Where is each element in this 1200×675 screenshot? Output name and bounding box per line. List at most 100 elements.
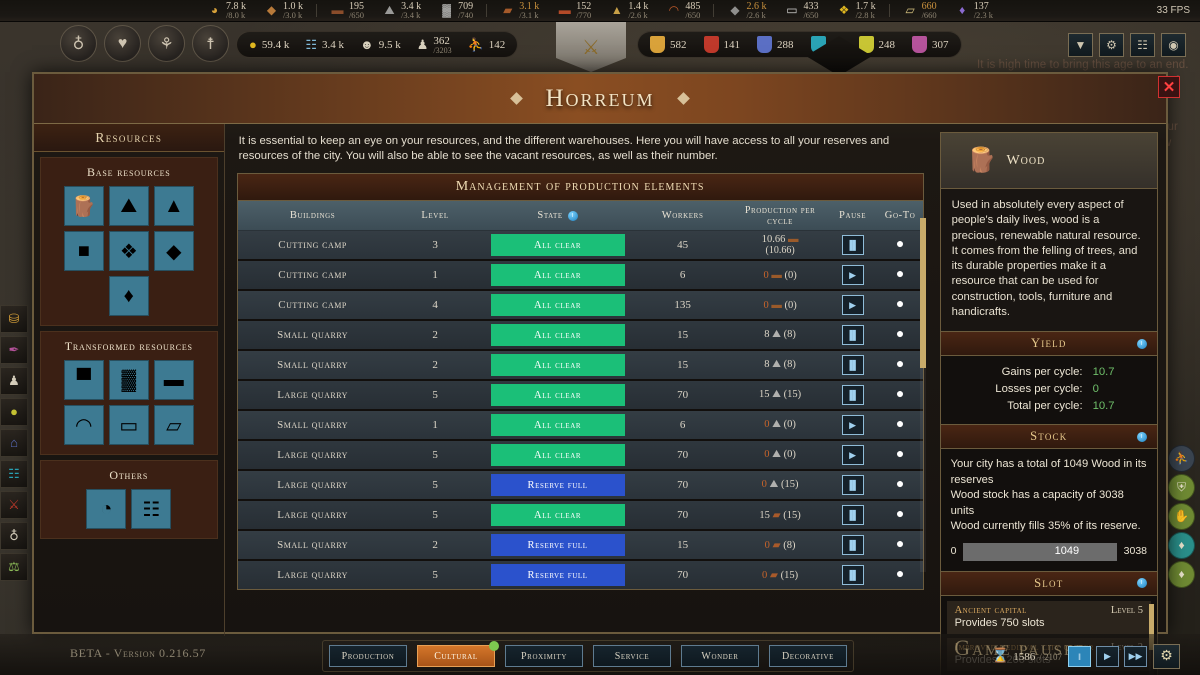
- row-state[interactable]: All clear: [483, 504, 633, 526]
- food-basket-tile[interactable]: ◔: [86, 489, 127, 529]
- pause-button[interactable]: ▐▌: [841, 475, 864, 495]
- play-button[interactable]: ▶: [841, 445, 864, 465]
- resource-item[interactable]: ◕ 7.8 k/8.0 k: [207, 1, 246, 20]
- military-icon[interactable]: ⚔: [0, 491, 28, 519]
- sand-tile[interactable]: ▲: [153, 186, 194, 226]
- faction-stat[interactable]: 582: [650, 36, 687, 53]
- table-row[interactable]: Large quarry 5 Reserve full 70 0 ▰ (15) ▐▌ ●: [237, 561, 923, 589]
- resource-item[interactable]: ▰ 3.1 k/3.1 k: [500, 1, 539, 20]
- population-globe-button[interactable]: ♁: [60, 25, 97, 62]
- table-row[interactable]: Large quarry 5 Reserve full 70 0 ⛰ (15) ▐▌ ●: [237, 471, 923, 501]
- table-row[interactable]: Large quarry 5 All clear 70 15 ▰ (15) ▐▌ ●: [237, 501, 923, 531]
- close-button[interactable]: ✕: [1158, 76, 1180, 98]
- faction-stat[interactable]: 248: [858, 36, 895, 53]
- roof-tile-tile[interactable]: ◠: [63, 405, 104, 445]
- resource-item[interactable]: ▬ 195/650: [330, 1, 364, 20]
- pause-speed-button[interactable]: ‖: [1068, 646, 1091, 667]
- book-icon[interactable]: ☷: [0, 460, 28, 488]
- row-state[interactable]: All clear: [483, 444, 633, 466]
- tab-wonder[interactable]: Wonder: [681, 645, 759, 667]
- table-scrollbar-thumb[interactable]: [919, 218, 926, 368]
- play-button[interactable]: ▶: [841, 295, 864, 315]
- city-stat[interactable]: ⛹ 142: [468, 37, 506, 53]
- city-stat[interactable]: ♟ 362/3203: [417, 35, 452, 55]
- culture-mask-button[interactable]: ⚘: [148, 25, 185, 62]
- eye-icon[interactable]: ◉: [1161, 33, 1186, 57]
- row-state[interactable]: All clear: [483, 264, 633, 286]
- map-pin-icon[interactable]: ●: [896, 567, 904, 582]
- parchment-tile[interactable]: ▱: [153, 405, 194, 445]
- pause-button[interactable]: ▐▌: [841, 355, 864, 375]
- table-row[interactable]: Cutting camp 1 All clear 6 0 ▬ (0) ▶ ●: [237, 261, 923, 291]
- resource-item[interactable]: ▱ 660/660: [903, 1, 936, 20]
- table-row[interactable]: Large quarry 5 All clear 70 15 ⛰ (15) ▐▌ ●: [237, 381, 923, 411]
- shield-icon[interactable]: ⛨: [1168, 474, 1195, 501]
- map-pin-icon[interactable]: ●: [896, 417, 904, 432]
- clay-tile[interactable]: ■: [63, 231, 104, 271]
- city-stat[interactable]: ☷ 3.4 k: [305, 37, 344, 53]
- resource-item[interactable]: ▬ 152/770: [557, 1, 592, 20]
- map-pin-icon[interactable]: ●: [896, 507, 904, 522]
- happiness-button[interactable]: ♥: [104, 25, 141, 62]
- gems-tile[interactable]: ♦: [108, 276, 149, 316]
- cut-stone-tile[interactable]: ▓: [108, 360, 149, 400]
- table-row[interactable]: Small quarry 2 All clear 15 8 ⛰ (8) ▐▌ ●: [237, 351, 923, 381]
- hand-icon[interactable]: ✋: [1168, 503, 1195, 530]
- map-pin-icon[interactable]: ●: [896, 267, 904, 282]
- gold-nugget-tile[interactable]: ❖: [108, 231, 149, 271]
- city-stat[interactable]: ☻ 9.5 k: [360, 37, 401, 53]
- map-pin-icon[interactable]: ●: [896, 297, 904, 312]
- play-button[interactable]: ▶: [841, 415, 864, 435]
- filter-icon[interactable]: ▼: [1068, 33, 1093, 57]
- resource-item[interactable]: ♦ 137/2.3 k: [955, 1, 993, 20]
- housing-icon[interactable]: ⌂: [0, 429, 28, 457]
- tab-proximity[interactable]: Proximity: [505, 645, 583, 667]
- row-state[interactable]: All clear: [483, 234, 633, 256]
- faction-stat[interactable]: 288: [757, 36, 794, 53]
- map-pin-icon[interactable]: ●: [896, 357, 904, 372]
- table-row[interactable]: Cutting camp 3 All clear 45 10.66 ▬ (10.66) ▐▌…: [237, 231, 923, 261]
- resource-item[interactable]: ◠ 485/650: [666, 1, 701, 20]
- map-pin-icon[interactable]: ●: [896, 327, 904, 342]
- row-state[interactable]: Reserve full: [483, 474, 633, 496]
- religion-button[interactable]: ☨: [192, 25, 229, 62]
- table-row[interactable]: Large quarry 5 All clear 70 0 ⛰ (0) ▶ ●: [237, 441, 923, 471]
- slot-info-icon[interactable]: i: [1137, 578, 1147, 589]
- table-row[interactable]: Small quarry 2 Reserve full 15 0 ▰ (8) ▐▌ ●: [237, 531, 923, 561]
- ingot-tile[interactable]: ▭: [108, 405, 149, 445]
- state-info-icon[interactable]: i: [567, 210, 578, 221]
- pause-button[interactable]: ▐▌: [841, 325, 864, 345]
- gear-icon[interactable]: ⚙: [1153, 644, 1180, 669]
- resource-item[interactable]: ◆ 1.0 k/3.0 k: [264, 1, 303, 20]
- treasury-icon[interactable]: ⛁: [0, 305, 28, 333]
- food-icon[interactable]: ●: [0, 398, 28, 426]
- diplomacy-icon[interactable]: ♁: [0, 522, 28, 550]
- resource-item[interactable]: ▓ 709/740: [439, 1, 473, 20]
- row-state[interactable]: All clear: [483, 384, 633, 406]
- map-pin-icon[interactable]: ●: [896, 237, 904, 252]
- row-state[interactable]: All clear: [483, 294, 633, 316]
- brick-tile[interactable]: ▬: [153, 360, 194, 400]
- resource-item[interactable]: ▭ 433/650: [784, 1, 818, 20]
- gem-teal-icon[interactable]: ♦: [1168, 532, 1195, 559]
- row-state[interactable]: Reserve full: [483, 564, 633, 586]
- ore-tile[interactable]: ◆: [153, 231, 194, 271]
- tab-service[interactable]: Service: [593, 645, 671, 667]
- accessibility-icon[interactable]: ⛹: [1168, 445, 1195, 472]
- wood-logs-tile[interactable]: 🪵: [63, 186, 104, 226]
- fast-forward-button[interactable]: ▶▶: [1124, 646, 1147, 667]
- document-tile[interactable]: ☷: [131, 489, 172, 529]
- pause-button[interactable]: ▐▌: [841, 505, 864, 525]
- tab-production[interactable]: Production: [329, 645, 407, 667]
- table-row[interactable]: Small quarry 1 All clear 6 0 ⛰ (0) ▶ ●: [237, 411, 923, 441]
- trade-icon[interactable]: ⚖: [0, 553, 28, 581]
- pause-button[interactable]: ▐▌: [841, 565, 864, 585]
- scroll-icon[interactable]: ☷: [1130, 33, 1155, 57]
- pause-button[interactable]: ▐▌: [841, 235, 864, 255]
- map-pin-icon[interactable]: ●: [896, 387, 904, 402]
- play-button[interactable]: ▶: [841, 265, 864, 285]
- table-row[interactable]: Cutting camp 4 All clear 135 0 ▬ (0) ▶ ●: [237, 291, 923, 321]
- decree-icon[interactable]: ✒: [0, 336, 28, 364]
- row-state[interactable]: All clear: [483, 414, 633, 436]
- city-stat[interactable]: ● 59.4 k: [249, 37, 289, 53]
